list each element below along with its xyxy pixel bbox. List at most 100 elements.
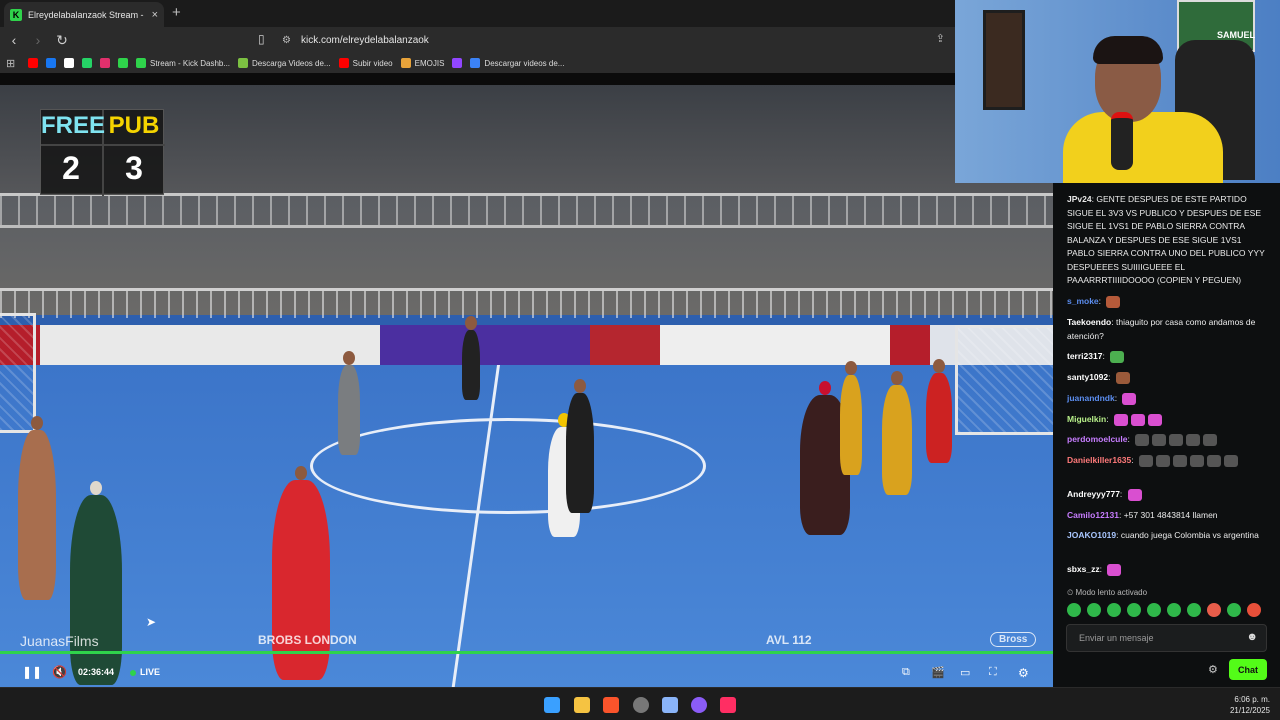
bookmark-item[interactable]: Descargar videos de... [470,58,564,68]
chat-username[interactable]: terri2317 [1067,351,1102,361]
emote-icon[interactable] [1147,603,1161,617]
windows-taskbar: 6:06 p. m. 21/12/2025 [0,687,1280,720]
bookmark-item[interactable] [100,58,110,68]
app-icon[interactable] [691,697,707,713]
mouse-cursor-icon: ➤ [146,615,157,629]
video-player[interactable]: FREE PUB 2 3 JuanasFilms BROBS LONDON AV… [0,85,1053,687]
chat-username[interactable]: Miguelkin [1067,414,1106,424]
system-clock[interactable]: 6:06 p. m. 21/12/2025 [1230,694,1270,716]
url-text[interactable]: kick.com/elreydelabalanzaok [301,35,429,46]
bookmark-label: Subir video [352,58,393,68]
bookmark-item[interactable] [64,58,74,68]
bookmark-item[interactable] [118,58,128,68]
brave-browser-icon[interactable] [603,697,619,713]
chat-username[interactable]: sbxs_zz [1067,564,1100,574]
youtube-icon [338,58,349,68]
chat-separator: : [1114,393,1120,403]
bookmark-item[interactable]: EMOJIS [400,58,445,68]
chat-text: cuando juega Colombia vs argentina [1120,530,1259,540]
emote-icon[interactable] [1167,603,1181,617]
chat-username[interactable]: s_moke [1067,296,1099,306]
emote-icon[interactable] [1207,603,1221,617]
emote-icon[interactable] [1067,603,1081,617]
emote-icon[interactable] [1227,603,1241,617]
apps-grid-icon[interactable]: ⊞ [6,57,20,70]
clock-time: 6:06 p. m. [1234,695,1270,704]
chat-separator: : [1099,564,1105,574]
emote-icon[interactable] [1107,603,1121,617]
chat-username[interactable]: Andreyyy777 [1067,489,1120,499]
bookmark-label: Descargar videos de... [484,58,565,68]
player [882,371,912,495]
share-icon[interactable]: ⇪ [936,32,945,45]
team-right-score: 3 [125,150,143,186]
emote-icon[interactable] [1187,603,1201,617]
chat-username[interactable]: JOAKO1019 [1067,530,1116,540]
chat-username[interactable]: santy1092 [1067,372,1108,382]
picture-in-picture-icon[interactable]: ⧉ [902,666,910,679]
file-explorer-icon[interactable] [574,697,590,713]
bookmark-item[interactable] [82,58,92,68]
browser-tabbar: K Elreydelabalanzaok Stream - K × + [0,0,955,27]
bookmark-item[interactable]: Subir video [338,58,393,68]
chat-message: Taekoendo: thiaguito por casa como andam… [1067,316,1271,343]
player [926,359,952,463]
chat-input-box[interactable]: ☻ [1066,624,1267,652]
muted-volume-icon[interactable]: 🔇 [52,665,67,679]
send-chat-button[interactable]: Chat [1229,659,1267,680]
emote-icon[interactable] [1127,603,1141,617]
player [18,416,56,600]
chat-message: Danielkiller1635: [1067,454,1271,468]
fullscreen-icon[interactable]: ⛶ [989,666,997,679]
emoji-icon [400,58,411,68]
player [272,466,330,680]
streamer-hair [1093,36,1163,64]
team-right-name: PUB [108,112,160,139]
clip-icon[interactable]: 🎬 [931,666,945,679]
chat-username[interactable]: perdomoelcule [1067,434,1127,444]
chat-username[interactable]: Danielkiller1635 [1067,455,1131,465]
chat-message-input[interactable] [1067,625,1242,651]
download-icon [238,58,249,68]
emote-icon[interactable] [1087,603,1101,617]
chat-separator: : [1108,372,1113,382]
right-goal [955,325,1053,435]
pause-icon[interactable]: ❚❚ [22,665,42,679]
live-dot-icon [130,669,136,676]
bookmark-item[interactable] [452,58,463,68]
settings-gear-icon[interactable]: ⚙ [1018,666,1029,680]
slow-mode-notice: ⏲ Modo lento activado [1067,588,1148,597]
theater-mode-icon[interactable]: ▭ [960,666,970,679]
left-goal [0,313,36,433]
chat-username[interactable]: Camilo12131 [1067,510,1119,520]
screen: K Elreydelabalanzaok Stream - K × + ‹ › … [0,0,1280,720]
url-field[interactable]: ⚙ kick.com/elreydelabalanzaok [282,30,952,50]
chat-username[interactable]: JPv24 [1067,194,1092,204]
close-tab-icon[interactable]: × [152,9,158,21]
site-info-icon[interactable]: ⚙ [282,35,291,46]
settings-app-icon[interactable] [662,697,678,713]
chat-username[interactable]: Taekoendo [1067,317,1111,327]
bookmark-item[interactable] [28,58,38,68]
bookmark-item[interactable]: Descarga Videos de... [238,58,331,68]
new-tab-button[interactable]: + [172,4,181,21]
bookmark-item[interactable] [46,58,56,68]
emote-icon[interactable] [1247,603,1261,617]
playback-progress-bar[interactable] [0,651,1053,654]
tiktok-icon[interactable] [720,697,736,713]
windows-start-icon[interactable] [544,697,560,713]
chat-emote-icon [1115,371,1130,384]
browser-tab[interactable]: K Elreydelabalanzaok Stream - K × [4,2,164,27]
bookmark-label: EMOJIS [414,58,445,68]
chat-emote-icon [1130,413,1145,426]
chat-emote-icon [1207,454,1221,467]
back-icon[interactable]: ‹ [4,32,24,48]
forward-icon[interactable]: › [28,32,48,48]
obs-icon[interactable] [633,697,649,713]
reload-icon[interactable]: ↻ [52,32,72,49]
chat-settings-gear-icon[interactable]: ⚙ [1208,663,1218,676]
chat-username[interactable]: juanandndk [1067,393,1115,403]
bookmark-item[interactable]: Stream - Kick Dashb... [136,58,230,68]
bookmark-page-icon[interactable]: ▯ [258,32,265,46]
emoji-picker-icon[interactable]: ☻ [1246,631,1258,643]
